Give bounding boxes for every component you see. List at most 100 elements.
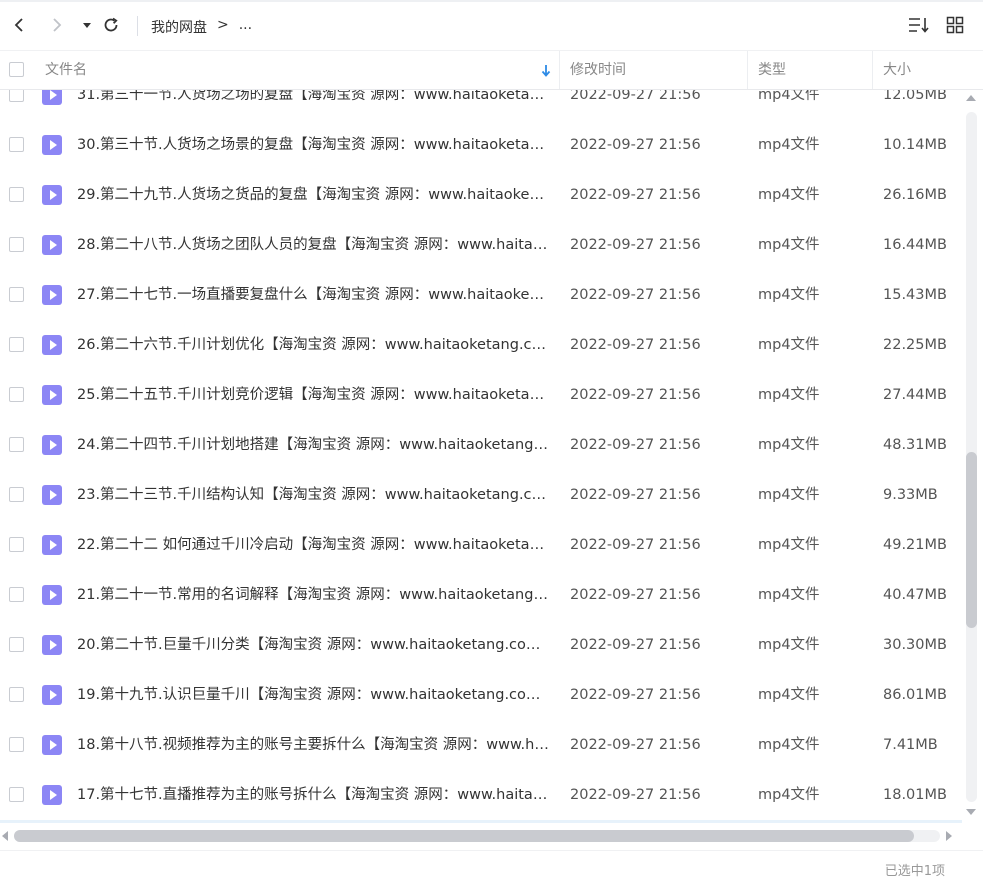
file-modified-time: 2022-09-27 21:56 — [570, 90, 701, 103]
file-row[interactable]: 17.第十七节.直播推荐为主的账号拆什么【海淘宝资 源网：www.haitaok… — [0, 770, 962, 820]
file-type: mp4文件 — [758, 537, 820, 553]
selection-count: 已选中1项 — [884, 864, 945, 879]
sort-button[interactable] — [908, 14, 930, 36]
select-all-checkbox[interactable] — [9, 62, 24, 77]
file-name[interactable]: 20.第二十节.巨量千川分类【海淘宝资 源网：www.haitaoketang.… — [77, 620, 549, 670]
row-checkbox[interactable] — [9, 787, 24, 802]
horizontal-scroll-thumb[interactable] — [14, 830, 914, 842]
row-checkbox[interactable] — [9, 737, 24, 752]
row-checkbox[interactable] — [9, 287, 24, 302]
file-name[interactable]: 19.第十九节.认识巨量千川【海淘宝资 源网：www.haitaoketang.… — [77, 670, 549, 720]
file-size: 12.05MB — [883, 90, 947, 103]
file-modified-time: 2022-09-27 21:56 — [570, 537, 701, 553]
file-row[interactable]: 20.第二十节.巨量千川分类【海淘宝资 源网：www.haitaoketang.… — [0, 620, 962, 670]
file-modified-time: 2022-09-27 21:56 — [570, 237, 701, 253]
column-size-header[interactable]: 大小 — [883, 51, 911, 89]
file-size: 40.47MB — [883, 587, 947, 603]
column-header: 文件名 修改时间 类型 大小 — [0, 50, 983, 90]
file-name[interactable]: 23.第二十三节.千川结构认知【海淘宝资 源网：www.haitaoketang… — [77, 470, 549, 520]
grid-view-button[interactable] — [944, 14, 966, 36]
file-row[interactable]: 25.第二十五节.千川计划竞价逻辑【海淘宝资 源网：www.haitaoketa… — [0, 370, 962, 420]
scroll-down-arrow-icon[interactable] — [966, 809, 976, 815]
row-checkbox[interactable] — [9, 90, 24, 102]
file-row[interactable]: 23.第二十三节.千川结构认知【海淘宝资 源网：www.haitaoketang… — [0, 470, 962, 520]
history-dropdown-button[interactable] — [76, 14, 98, 36]
file-row[interactable]: 24.第二十四节.千川计划地搭建【海淘宝资 源网：www.haitaoketan… — [0, 420, 962, 470]
file-name[interactable]: 27.第二十七节.一场直播要复盘什么【海淘宝资 源网：www.haitaoket… — [77, 270, 549, 320]
caret-down-icon — [83, 23, 91, 28]
file-modified-time: 2022-09-27 21:56 — [570, 787, 701, 803]
vertical-scroll-thumb[interactable] — [966, 452, 977, 628]
vertical-scrollbar[interactable] — [962, 90, 983, 820]
file-row[interactable]: 18.第十八节.视频推荐为主的账号主要拆什么【海淘宝资 源网：www.haita… — [0, 720, 962, 770]
file-name[interactable]: 25.第二十五节.千川计划竞价逻辑【海淘宝资 源网：www.haitaoketa… — [77, 370, 549, 420]
file-modified-time: 2022-09-27 21:56 — [570, 337, 701, 353]
file-row[interactable]: 28.第二十八节.人货场之团队人员的复盘【海淘宝资 源网：www.haitaok… — [0, 220, 962, 270]
breadcrumb-separator: > — [217, 17, 229, 33]
row-checkbox[interactable] — [9, 387, 24, 402]
file-size: 49.21MB — [883, 537, 947, 553]
horizontal-scroll-track[interactable] — [14, 830, 940, 842]
row-checkbox[interactable] — [9, 637, 24, 652]
scroll-up-arrow-icon[interactable] — [966, 95, 976, 101]
refresh-button[interactable] — [100, 14, 122, 36]
file-name[interactable]: 17.第十七节.直播推荐为主的账号拆什么【海淘宝资 源网：www.haitaok… — [77, 770, 549, 820]
column-modified-header[interactable]: 修改时间 — [570, 51, 626, 89]
row-checkbox[interactable] — [9, 487, 24, 502]
file-modified-time: 2022-09-27 21:56 — [570, 387, 701, 403]
row-checkbox[interactable] — [9, 687, 24, 702]
file-row[interactable]: 31.第三十一节.人货场之场的复盘【海淘宝资 源网：www.haitaoketa… — [0, 90, 962, 120]
file-name[interactable]: 24.第二十四节.千川计划地搭建【海淘宝资 源网：www.haitaoketan… — [77, 420, 549, 470]
file-name[interactable]: 18.第十八节.视频推荐为主的账号主要拆什么【海淘宝资 源网：www.haita… — [77, 720, 549, 770]
file-name[interactable]: 30.第三十节.人货场之场景的复盘【海淘宝资 源网：www.haitaoketa… — [77, 120, 549, 170]
file-name[interactable]: 22.第二十二 如何通过千川冷启动【海淘宝资 源网：www.haitaoketa… — [77, 520, 549, 570]
toolbar-separator — [137, 16, 138, 36]
video-file-icon — [42, 685, 62, 705]
file-size: 22.25MB — [883, 337, 947, 353]
scroll-right-arrow-icon[interactable] — [946, 831, 952, 841]
row-checkbox[interactable] — [9, 337, 24, 352]
file-row[interactable]: 27.第二十七节.一场直播要复盘什么【海淘宝资 源网：www.haitaoket… — [0, 270, 962, 320]
row-checkbox[interactable] — [9, 237, 24, 252]
file-size: 26.16MB — [883, 187, 947, 203]
row-checkbox[interactable] — [9, 187, 24, 202]
vertical-scroll-track[interactable] — [966, 112, 977, 802]
row-checkbox[interactable] — [9, 137, 24, 152]
column-divider[interactable] — [747, 51, 748, 89]
file-row[interactable]: 22.第二十二 如何通过千川冷启动【海淘宝资 源网：www.haitaoketa… — [0, 520, 962, 570]
video-file-icon — [42, 235, 62, 255]
file-size: 86.01MB — [883, 687, 947, 703]
forward-button[interactable] — [46, 14, 68, 36]
row-checkbox[interactable] — [9, 587, 24, 602]
file-size: 7.41MB — [883, 737, 938, 753]
file-name[interactable]: 26.第二十六节.千川计划优化【海淘宝资 源网：www.haitaoketang… — [77, 320, 549, 370]
file-row[interactable]: 26.第二十六节.千川计划优化【海淘宝资 源网：www.haitaoketang… — [0, 320, 962, 370]
video-file-icon — [42, 285, 62, 305]
refresh-icon — [104, 17, 118, 32]
column-divider[interactable] — [559, 51, 560, 89]
horizontal-scrollbar[interactable] — [0, 826, 962, 846]
file-type: mp4文件 — [758, 787, 820, 803]
back-button[interactable] — [8, 14, 30, 36]
scroll-left-arrow-icon[interactable] — [2, 831, 8, 841]
column-name-header[interactable]: 文件名 — [45, 51, 87, 89]
file-name[interactable]: 21.第二十一节.常用的名词解释【海淘宝资 源网：www.haitaoketan… — [77, 570, 549, 620]
breadcrumb-more[interactable]: ... — [239, 17, 252, 37]
toolbar: 我的网盘 > ... — [0, 2, 983, 50]
video-file-icon — [42, 485, 62, 505]
file-row[interactable]: 29.第二十九节.人货场之货品的复盘【海淘宝资 源网：www.haitaoket… — [0, 170, 962, 220]
file-name[interactable]: 29.第二十九节.人货场之货品的复盘【海淘宝资 源网：www.haitaoket… — [77, 170, 549, 220]
file-row[interactable]: 30.第三十节.人货场之场景的复盘【海淘宝资 源网：www.haitaoketa… — [0, 120, 962, 170]
file-size: 15.43MB — [883, 287, 947, 303]
file-row[interactable]: 21.第二十一节.常用的名词解释【海淘宝资 源网：www.haitaoketan… — [0, 570, 962, 620]
row-checkbox[interactable] — [9, 537, 24, 552]
file-row[interactable]: 19.第十九节.认识巨量千川【海淘宝资 源网：www.haitaoketang.… — [0, 670, 962, 720]
file-name[interactable]: 31.第三十一节.人货场之场的复盘【海淘宝资 源网：www.haitaoketa… — [77, 90, 549, 120]
column-divider[interactable] — [872, 51, 873, 89]
column-type-header[interactable]: 类型 — [758, 51, 786, 89]
file-modified-time: 2022-09-27 21:56 — [570, 637, 701, 653]
row-checkbox[interactable] — [9, 437, 24, 452]
breadcrumb-root[interactable]: 我的网盘 — [151, 17, 207, 37]
video-file-icon — [42, 535, 62, 555]
file-name[interactable]: 28.第二十八节.人货场之团队人员的复盘【海淘宝资 源网：www.haitaok… — [77, 220, 549, 270]
